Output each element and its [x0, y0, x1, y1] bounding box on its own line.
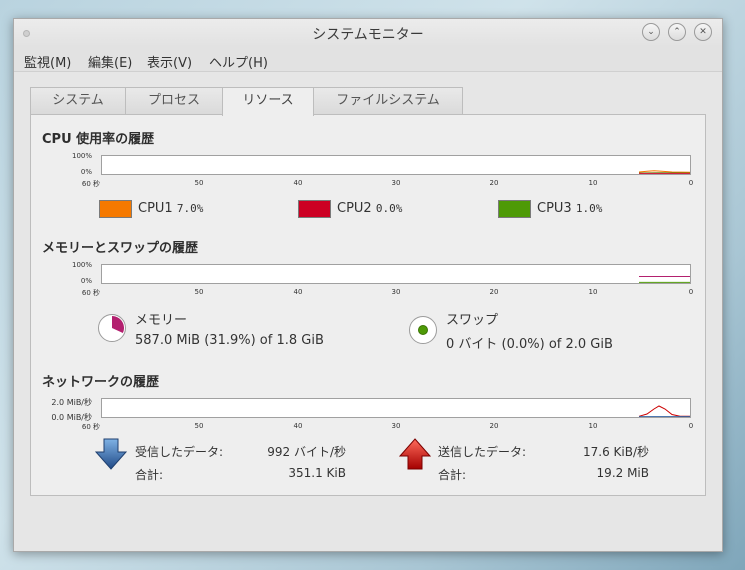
memory-graph-svg [639, 276, 690, 283]
cpu2-color-button[interactable] [298, 200, 331, 218]
swap-detail: 0 バイト (0.0%) of 2.0 GiB [446, 337, 613, 352]
menu-view[interactable]: 表示(V) [147, 52, 192, 71]
mem-y-bottom-label: 0% [80, 277, 92, 285]
cpu3-name: CPU3 [537, 201, 572, 216]
tab-filesystems[interactable]: ファイルシステム [313, 87, 463, 114]
memory-pie-slice [112, 316, 124, 334]
title-bar[interactable]: システムモニター ⌄ ⌃ ✕ [14, 19, 722, 47]
mem-tick-20: 20 [489, 288, 499, 296]
memory-history-title: メモリーとスワップの履歴 [42, 241, 199, 256]
maximize-button[interactable]: ⌃ [668, 23, 686, 41]
send-color-button[interactable] [398, 438, 432, 474]
cpu1-line [638, 170, 691, 173]
sent-rate: 17.6 KiB/秒 [582, 445, 649, 459]
swap-pie-dot [418, 325, 428, 335]
memory-time-axis: 60 秒 50 40 30 20 10 0 [82, 288, 696, 298]
net-tick-10: 10 [588, 422, 598, 430]
mem-tick-30: 30 [391, 288, 401, 296]
upload-arrow-icon [398, 438, 432, 470]
net-tick-30: 30 [391, 422, 401, 430]
swap-pie-button[interactable] [409, 316, 437, 344]
menu-help[interactable]: ヘルプ(H) [209, 52, 268, 71]
sent-label: 送信したデータ: [438, 445, 527, 459]
cpu3-color-button[interactable] [498, 200, 531, 218]
memory-pie-button[interactable] [98, 314, 126, 342]
cpu1-legend: CPU1 7.0% [138, 201, 203, 216]
cpu3-legend: CPU3 1.0% [537, 201, 602, 216]
net-y-top-label: 2.0 MiB/秒 [51, 398, 92, 407]
sent-total: 19.2 MiB [596, 466, 649, 480]
menu-edit[interactable]: 編集(E) [88, 52, 132, 71]
net-tick-40: 40 [293, 422, 303, 430]
mem-tick-10: 10 [588, 288, 598, 296]
swap-pie-icon [418, 325, 428, 335]
cpu-tick-60: 60 秒 [81, 180, 101, 188]
cpu-tick-40: 40 [293, 179, 303, 187]
cpu1-value: 7.0% [176, 202, 204, 215]
mem-tick-60: 60 秒 [81, 289, 101, 297]
received-total: 351.1 KiB [288, 466, 346, 480]
cpu-tick-10: 10 [588, 179, 598, 187]
cpu-tick-50: 50 [194, 179, 204, 187]
cpu-graph-svg [638, 170, 691, 174]
minimize-button[interactable]: ⌄ [642, 23, 660, 41]
network-history-graph [101, 398, 691, 418]
cpu-tick-20: 20 [489, 179, 499, 187]
network-time-axis: 60 秒 50 40 30 20 10 0 [82, 422, 696, 432]
network-history-title: ネットワークの履歴 [42, 375, 160, 390]
cpu-time-axis: 60 秒 50 40 30 20 10 0 [82, 179, 696, 189]
cpu2-legend: CPU2 0.0% [337, 201, 402, 216]
cpu-y-bottom-label: 0% [80, 168, 92, 176]
memory-detail: 587.0 MiB (31.9%) of 1.8 GiB [135, 333, 324, 348]
cpu3-value: 1.0% [575, 202, 603, 215]
cpu2-name: CPU2 [337, 201, 372, 216]
cpu-tick-0: 0 [688, 179, 694, 187]
resources-page: CPU 使用率の履歴 100% 0% 60 秒 50 40 30 20 10 0 [30, 114, 706, 496]
cpu1-name: CPU1 [138, 201, 173, 216]
net-tick-50: 50 [194, 422, 204, 430]
tab-processes[interactable]: プロセス [125, 87, 223, 114]
mem-tick-50: 50 [194, 288, 204, 296]
memory-history-graph [101, 264, 691, 284]
swap-label: スワップ [446, 313, 499, 328]
net-tick-60: 60 秒 [81, 423, 101, 431]
tab-resources[interactable]: リソース [222, 87, 314, 116]
system-monitor-window: システムモニター ⌄ ⌃ ✕ 監視(M) 編集(E) 表示(V) ヘルプ(H) … [13, 18, 723, 552]
cpu2-value: 0.0% [375, 202, 403, 215]
close-button[interactable]: ✕ [694, 23, 712, 41]
network-graph-svg [638, 405, 690, 418]
cpu-y-top-label: 100% [71, 152, 92, 160]
cpu-history-graph [101, 155, 691, 175]
receive-color-button[interactable] [94, 438, 128, 474]
download-arrow-icon [94, 438, 128, 470]
cpu1-color-button[interactable] [99, 200, 132, 218]
mem-tick-0: 0 [688, 288, 694, 296]
received-label: 受信したデータ: [135, 445, 224, 459]
sent-total-label: 合計: [438, 468, 467, 482]
cpu-tick-30: 30 [391, 179, 401, 187]
memory-pie-icon [112, 316, 124, 334]
tab-notebook: システム プロセス リソース ファイルシステム CPU 使用率の履歴 100% … [30, 87, 706, 496]
cpu-history-title: CPU 使用率の履歴 [42, 132, 155, 147]
net-tick-20: 20 [489, 422, 499, 430]
net-tick-0: 0 [688, 422, 694, 430]
received-total-label: 合計: [135, 468, 164, 482]
menu-monitor[interactable]: 監視(M) [24, 52, 71, 71]
menu-bar: 監視(M) 編集(E) 表示(V) ヘルプ(H) [14, 47, 722, 72]
mem-y-top-label: 100% [71, 261, 92, 269]
memory-label: メモリー [135, 313, 188, 328]
tab-system[interactable]: システム [30, 87, 126, 114]
window-title: システムモニター [312, 27, 424, 43]
send-line [638, 405, 690, 417]
received-rate: 992 バイト/秒 [267, 445, 346, 459]
mem-tick-40: 40 [293, 288, 303, 296]
